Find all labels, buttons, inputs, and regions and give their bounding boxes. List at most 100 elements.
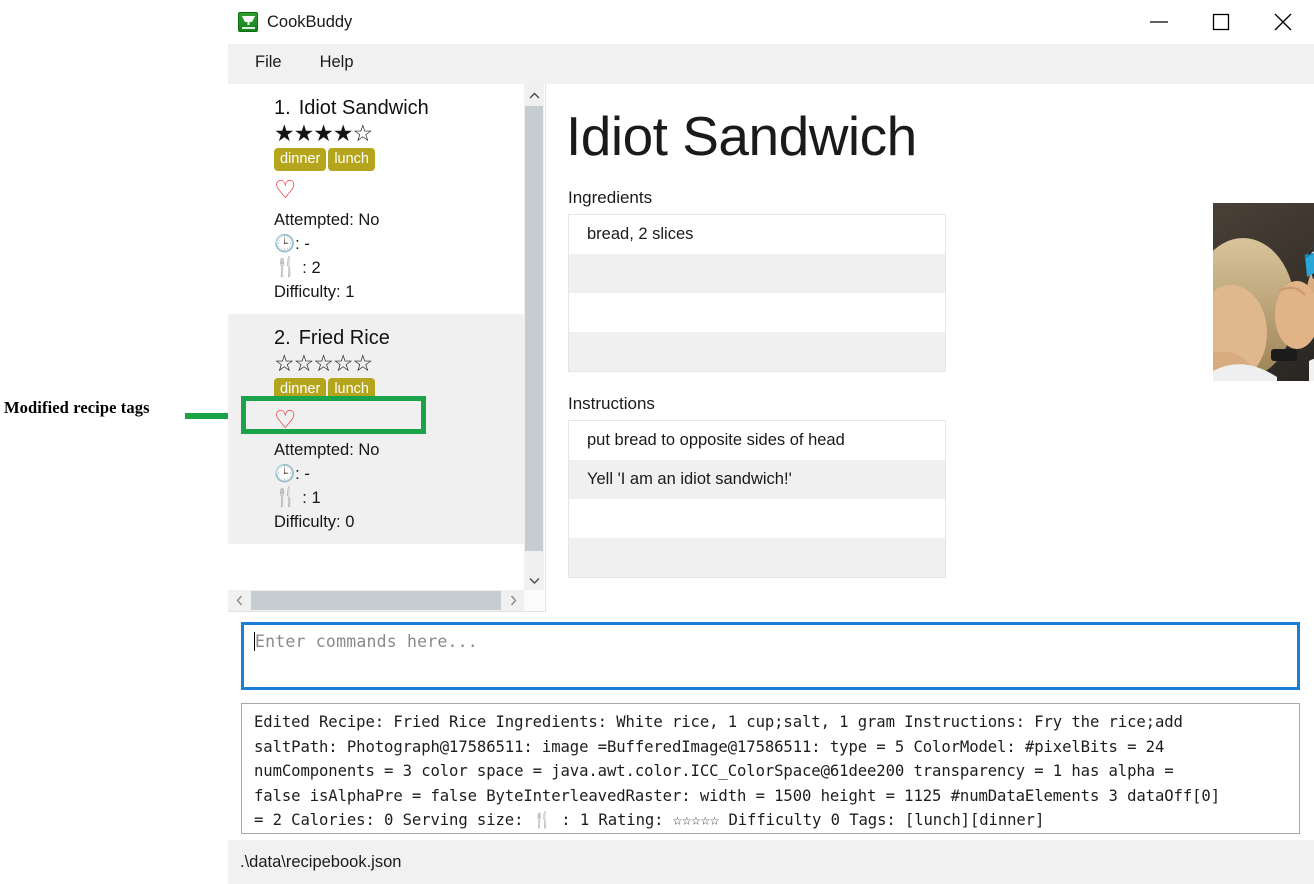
list-item[interactable]: put bread to opposite sides of head bbox=[569, 421, 945, 460]
tag-dinner[interactable]: dinner bbox=[274, 148, 327, 171]
console-line: saltPath: Photograph@17586511: image =Bu… bbox=[254, 737, 1165, 756]
attempted-status: Attempted: No bbox=[274, 211, 380, 229]
recipe-list[interactable]: 1. Idiot Sandwich ★★★★☆ dinner lunch ♡ Att… bbox=[228, 84, 524, 591]
cook-time-text: - bbox=[304, 235, 310, 253]
cook-time-value: : bbox=[295, 235, 305, 253]
instructions-list[interactable]: put bread to opposite sides of head Yell… bbox=[568, 420, 946, 578]
menu-item-file[interactable]: File bbox=[245, 49, 298, 78]
cookbook-icon bbox=[238, 12, 258, 32]
list-item[interactable] bbox=[569, 332, 945, 371]
favorite-heart-icon[interactable]: ♡ bbox=[274, 176, 510, 204]
console-line: Edited Recipe: Fried Rice Ingredients: W… bbox=[254, 713, 1183, 731]
chevron-left-icon bbox=[236, 595, 242, 606]
cook-time-row: 🕒: - bbox=[274, 462, 510, 486]
horizontal-scroll-thumb[interactable] bbox=[251, 591, 501, 610]
scroll-left-button[interactable] bbox=[228, 590, 250, 611]
cook-time-sep: : bbox=[295, 465, 305, 483]
cookbuddy-window: CookBuddy File Help 1. Idiot Sandwich ★★… bbox=[228, 0, 1314, 884]
difficulty-label: Difficulty: 1 bbox=[274, 283, 355, 301]
serving-value: 2 bbox=[311, 259, 321, 277]
console-line: numComponents = 3 color space = java.awt… bbox=[254, 762, 1174, 780]
rating-stars: ☆☆☆☆☆ bbox=[274, 350, 373, 376]
recipe-tags: dinner lunch bbox=[274, 148, 510, 171]
maximize-icon bbox=[1212, 13, 1230, 31]
console-output[interactable]: Edited Recipe: Fried Rice Ingredients: W… bbox=[241, 703, 1300, 834]
status-file-path: .\data\recipebook.json bbox=[240, 852, 402, 871]
recipe-title: 2. Fried Rice bbox=[274, 327, 510, 350]
recipe-name: Fried Rice bbox=[298, 327, 390, 349]
scroll-up-button[interactable] bbox=[524, 84, 544, 106]
ingredients-list[interactable]: bread, 2 slices bbox=[568, 214, 946, 372]
recipe-name: Idiot Sandwich bbox=[298, 97, 429, 119]
cook-time-text: - bbox=[304, 465, 310, 483]
tag-dinner[interactable]: dinner bbox=[274, 378, 327, 401]
status-bar: .\data\recipebook.json bbox=[228, 840, 1314, 884]
list-vertical-scrollbar[interactable] bbox=[524, 84, 544, 591]
recipe-number: 1. bbox=[274, 97, 291, 119]
scroll-right-button[interactable] bbox=[502, 590, 524, 611]
page-title: Idiot Sandwich bbox=[566, 105, 917, 167]
list-item[interactable] bbox=[569, 293, 945, 332]
recipe-number: 2. bbox=[274, 327, 291, 349]
title-bar-left: CookBuddy bbox=[228, 12, 352, 32]
cutlery-icon: 🍴 bbox=[274, 487, 298, 508]
title-bar: CookBuddy bbox=[228, 0, 1314, 44]
clock-icon: 🕒 bbox=[274, 464, 296, 483]
list-item[interactable] bbox=[569, 254, 945, 293]
list-item[interactable]: 1. Idiot Sandwich ★★★★☆ dinner lunch ♡ Att… bbox=[228, 84, 524, 314]
screenshot-root: Modified recipe tags CookBuddy File Help… bbox=[0, 0, 1314, 884]
scroll-down-button[interactable] bbox=[524, 569, 544, 591]
serving-value: 1 bbox=[311, 489, 321, 507]
favorite-heart-icon[interactable]: ♡ bbox=[274, 406, 510, 434]
close-button[interactable] bbox=[1252, 0, 1314, 44]
recipe-detail-pane: Idiot Sandwich Ingredients bread, 2 slic… bbox=[556, 84, 1314, 612]
instructions-label: Instructions bbox=[568, 394, 655, 413]
console-line-suffix: : 1 Rating: ☆☆☆☆☆ Difficulty 0 Tags: [lu… bbox=[551, 811, 1045, 829]
list-item[interactable]: bread, 2 slices bbox=[569, 215, 945, 254]
cook-time-row: 🕒: - bbox=[274, 232, 510, 256]
scrollbar-corner bbox=[524, 590, 544, 611]
window-controls bbox=[1128, 0, 1314, 44]
ingredients-label: Ingredients bbox=[568, 188, 653, 207]
list-item[interactable] bbox=[569, 499, 945, 538]
recipe-list-panel: 1. Idiot Sandwich ★★★★☆ dinner lunch ♡ Att… bbox=[228, 84, 546, 612]
tag-lunch[interactable]: lunch bbox=[328, 148, 375, 171]
difficulty-label: Difficulty: 0 bbox=[274, 513, 355, 531]
serving-sep: : bbox=[297, 489, 312, 507]
chevron-right-icon bbox=[510, 595, 516, 606]
serving-row: 🍴 : 2 bbox=[274, 256, 510, 280]
workspace: 1. Idiot Sandwich ★★★★☆ dinner lunch ♡ Att… bbox=[228, 84, 1314, 884]
serving-sep: : bbox=[297, 259, 312, 277]
console-line: = 2 Calories: 0 Serving size: 🍴 : 1 Rati… bbox=[254, 808, 1291, 833]
minimize-icon bbox=[1150, 21, 1168, 23]
console-line-prefix: = 2 Calories: 0 Serving size: bbox=[254, 811, 533, 829]
attempted-status: Attempted: No bbox=[274, 441, 380, 459]
cutlery-icon: 🍴 bbox=[274, 257, 298, 278]
console-line: false isAlphaPre = false ByteInterleaved… bbox=[254, 786, 1220, 805]
command-input[interactable]: Enter commands here... bbox=[241, 622, 1300, 690]
app-title: CookBuddy bbox=[267, 12, 353, 31]
recipe-photo[interactable] bbox=[1213, 203, 1314, 381]
list-item[interactable]: 2. Fried Rice ☆☆☆☆☆ dinner lunch ♡ Attempt… bbox=[228, 314, 524, 544]
list-item[interactable] bbox=[569, 538, 945, 577]
command-input-placeholder: Enter commands here... bbox=[255, 632, 478, 651]
close-icon bbox=[1274, 13, 1292, 31]
list-item[interactable]: Yell 'I am an idiot sandwich!' bbox=[569, 460, 945, 499]
tag-lunch[interactable]: lunch bbox=[328, 378, 375, 401]
recipe-photo-image bbox=[1213, 203, 1314, 381]
serving-row: 🍴 : 1 bbox=[274, 486, 510, 510]
maximize-button[interactable] bbox=[1190, 0, 1252, 44]
recipe-tags: dinner lunch bbox=[274, 378, 510, 401]
clock-icon: 🕒 bbox=[274, 234, 296, 253]
chevron-up-icon bbox=[529, 92, 539, 98]
minimize-button[interactable] bbox=[1128, 0, 1190, 44]
annotation-label: Modified recipe tags bbox=[4, 398, 150, 417]
rating-stars: ★★★★☆ bbox=[274, 120, 373, 146]
cutlery-icon: 🍴 bbox=[532, 811, 552, 829]
list-horizontal-scrollbar[interactable] bbox=[228, 590, 524, 611]
menu-bar: File Help bbox=[228, 44, 1314, 84]
chevron-down-icon bbox=[529, 577, 539, 584]
recipe-title: 1. Idiot Sandwich bbox=[274, 97, 510, 120]
vertical-scroll-thumb[interactable] bbox=[525, 106, 543, 551]
menu-item-help[interactable]: Help bbox=[310, 49, 370, 78]
